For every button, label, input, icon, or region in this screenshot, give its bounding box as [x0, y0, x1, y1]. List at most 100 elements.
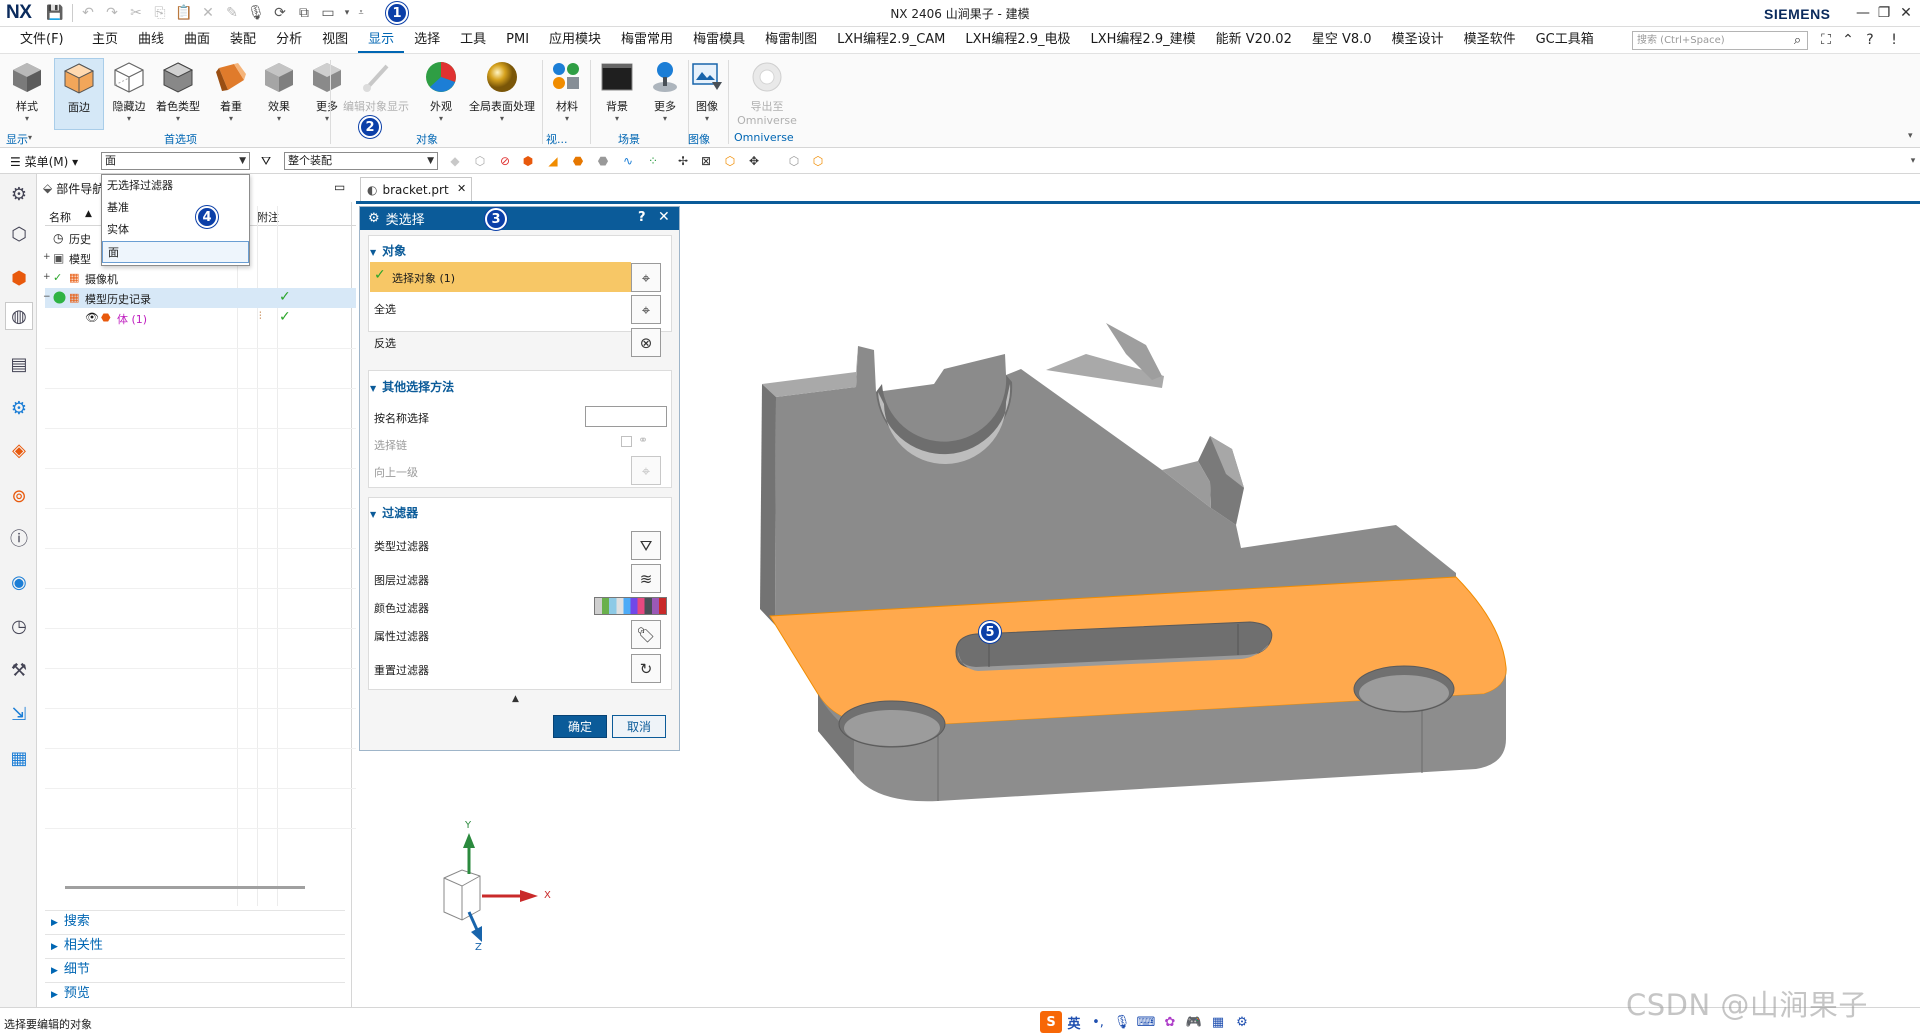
globe-icon[interactable]: ◉	[5, 568, 33, 596]
style-button[interactable]: 样式 ▾	[2, 58, 52, 130]
layout-icon[interactable]: ▦	[5, 744, 33, 772]
column-notes[interactable]: 附注	[257, 209, 279, 225]
filter-option-datum[interactable]: 基准	[102, 197, 249, 219]
paste-icon[interactable]: 📋	[173, 2, 195, 24]
window-icon[interactable]: ▭	[317, 2, 339, 24]
orient-cube-icon[interactable]: ⬡	[810, 153, 826, 169]
by-name-input[interactable]	[585, 406, 667, 427]
tree-row-model-history[interactable]: − ▦ 模型历史记录 ✓	[43, 288, 388, 308]
history-icon[interactable]: ⊚	[5, 482, 33, 510]
image-button[interactable]: 图像 ▾	[682, 58, 732, 130]
global-finish-button[interactable]: 全局表面处理 ▾	[464, 58, 540, 130]
collapse-icon[interactable]: −	[43, 292, 51, 302]
tab-home[interactable]: 主页	[82, 27, 128, 53]
hd3d-tools-icon[interactable]: ⚙	[5, 394, 33, 422]
brush-icon[interactable]: ✎	[221, 2, 243, 24]
box-select-icon[interactable]: ⬡	[722, 153, 738, 169]
material-button[interactable]: 材料 ▾	[542, 58, 592, 130]
fullscreen-icon[interactable]: ⛶	[1816, 30, 1836, 50]
select-object-row[interactable]: ✓ 选择对象 (1)	[370, 262, 631, 292]
group-label-view[interactable]: 视...	[546, 131, 568, 147]
group-label-display[interactable]: 显示	[6, 131, 28, 147]
select-all-icon[interactable]: ⬡	[472, 153, 488, 169]
collapse-ribbon-icon[interactable]: ⌃	[1838, 30, 1858, 50]
command-search-input[interactable]: 搜索 (Ctrl+Space)	[1632, 31, 1808, 50]
file-menu[interactable]: 文件(F)	[0, 27, 82, 53]
tab-surface[interactable]: 曲面	[174, 27, 220, 53]
assembly-navigator-icon[interactable]: ⬡	[5, 220, 33, 248]
ok-button[interactable]: 确定	[553, 715, 607, 738]
main-menu-button[interactable]: ☰ 菜单(M) ▾	[10, 153, 78, 170]
reuse-library-icon[interactable]: ▤	[5, 350, 33, 378]
undo-icon[interactable]: ↶	[77, 2, 99, 24]
dialog-help-button[interactable]: ?	[638, 210, 646, 225]
tab-lxh-modeling[interactable]: LXH编程2.9_建模	[1081, 27, 1206, 53]
point-filter-icon[interactable]: ⁘	[645, 153, 661, 169]
tab-pmi[interactable]: PMI	[496, 27, 539, 53]
maximize-panel-icon[interactable]: ▭	[334, 180, 345, 194]
shade-type-button[interactable]: 着色类型 ▾	[150, 58, 206, 130]
collapse-dialog-icon[interactable]: ▲	[512, 694, 519, 704]
tab-nengxin[interactable]: 能新 V20.02	[1206, 27, 1302, 53]
group-label-image[interactable]: 图像	[688, 131, 710, 147]
move-icon[interactable]: ✥	[746, 153, 762, 169]
section-object-header[interactable]: ▼ 对象	[370, 242, 406, 259]
info-icon[interactable]: ⓘ	[5, 524, 33, 552]
background-button[interactable]: 背景 ▾	[592, 58, 642, 130]
tab-mosheng-design[interactable]: 模圣设计	[1382, 27, 1454, 53]
tab-lxh-electrode[interactable]: LXH编程2.9_电极	[955, 27, 1080, 53]
cut-icon[interactable]: ✂	[125, 2, 147, 24]
tab-mosheng-software[interactable]: 模圣软件	[1454, 27, 1526, 53]
up-one-level-button[interactable]: ⌖	[631, 456, 661, 485]
tab-gc-toolbox[interactable]: GC工具箱	[1526, 27, 1604, 53]
expand-icon[interactable]: +	[43, 272, 51, 282]
deselect-icon[interactable]: ⊘	[497, 153, 513, 169]
document-tab[interactable]: ◐ bracket.prt ✕	[360, 177, 472, 201]
window-switch-icon[interactable]: ⧉	[293, 2, 315, 24]
ribbon-options-icon[interactable]: ▾	[1908, 131, 1913, 141]
select-object-button[interactable]: ⌖	[631, 263, 661, 292]
filter-option-none[interactable]: 无选择过滤器	[102, 175, 249, 197]
process-studio-icon[interactable]: ⇲	[5, 700, 33, 728]
section-other-header[interactable]: ▼ 其他选择方法	[370, 378, 454, 395]
layer-filter-button[interactable]: ≋	[631, 564, 661, 593]
curve-filter-icon[interactable]: ∿	[620, 153, 636, 169]
tree-row-camera[interactable]: + ✓ ▦ 摄像机	[43, 268, 388, 288]
section-filter-header[interactable]: ▼ 过滤器	[370, 504, 418, 521]
cancel-button[interactable]: 取消	[612, 715, 666, 738]
skin-icon[interactable]: ✿	[1158, 1011, 1182, 1033]
tab-curve[interactable]: 曲线	[128, 27, 174, 53]
section-preview[interactable]: ▶ 预览	[45, 982, 345, 1004]
body-filter-icon[interactable]: ⬢	[520, 153, 536, 169]
appearance-button[interactable]: 外观 ▾	[416, 58, 466, 130]
invert-selection-button[interactable]: ⊗	[631, 328, 661, 357]
keyboard-icon[interactable]: ⌨	[1134, 1011, 1158, 1033]
tab-assembly[interactable]: 装配	[220, 27, 266, 53]
face-filter-icon[interactable]: ◢	[545, 153, 561, 169]
feature-filter-icon[interactable]: ⬣	[570, 153, 586, 169]
alert-icon[interactable]: !	[1884, 30, 1904, 50]
sort-icon[interactable]: ▲	[85, 209, 92, 219]
ime-language-toggle[interactable]: 英	[1062, 1011, 1086, 1033]
tab-tools[interactable]: 工具	[450, 27, 496, 53]
clock-icon[interactable]: ◷	[5, 612, 33, 640]
customize-icon[interactable]: ⩡	[355, 2, 367, 24]
section-search[interactable]: ▶ 搜索	[45, 910, 345, 932]
tab-lxh-cam[interactable]: LXH编程2.9_CAM	[827, 27, 955, 53]
search-icon[interactable]: ⌕	[1788, 31, 1807, 50]
close-icon[interactable]: ✕	[1893, 2, 1919, 24]
tree-row-body[interactable]: 👁 ⬣ 体 (1) ⫶ ✓	[45, 308, 388, 328]
save-icon[interactable]: 💾	[44, 2, 66, 24]
command-finder-icon[interactable]: ⟳	[269, 2, 291, 24]
expand-icon[interactable]: +	[43, 252, 51, 262]
tools-icon[interactable]: ⚒	[5, 656, 33, 684]
filter-option-solid[interactable]: 实体	[102, 219, 249, 241]
settings-gear-icon[interactable]: ⚙	[5, 180, 33, 208]
microphone-icon[interactable]: 🎙	[245, 2, 267, 24]
toolbox-icon[interactable]: ▦	[1206, 1011, 1230, 1033]
tab-analysis[interactable]: 分析	[266, 27, 312, 53]
selection-scope-combo[interactable]: 整个装配 ▼	[284, 152, 438, 170]
export-omniverse-button[interactable]: 导出至 Omniverse	[732, 58, 802, 130]
quick-access-more-icon[interactable]: ▾	[341, 2, 353, 24]
effect-button[interactable]: 效果 ▾	[254, 58, 304, 130]
